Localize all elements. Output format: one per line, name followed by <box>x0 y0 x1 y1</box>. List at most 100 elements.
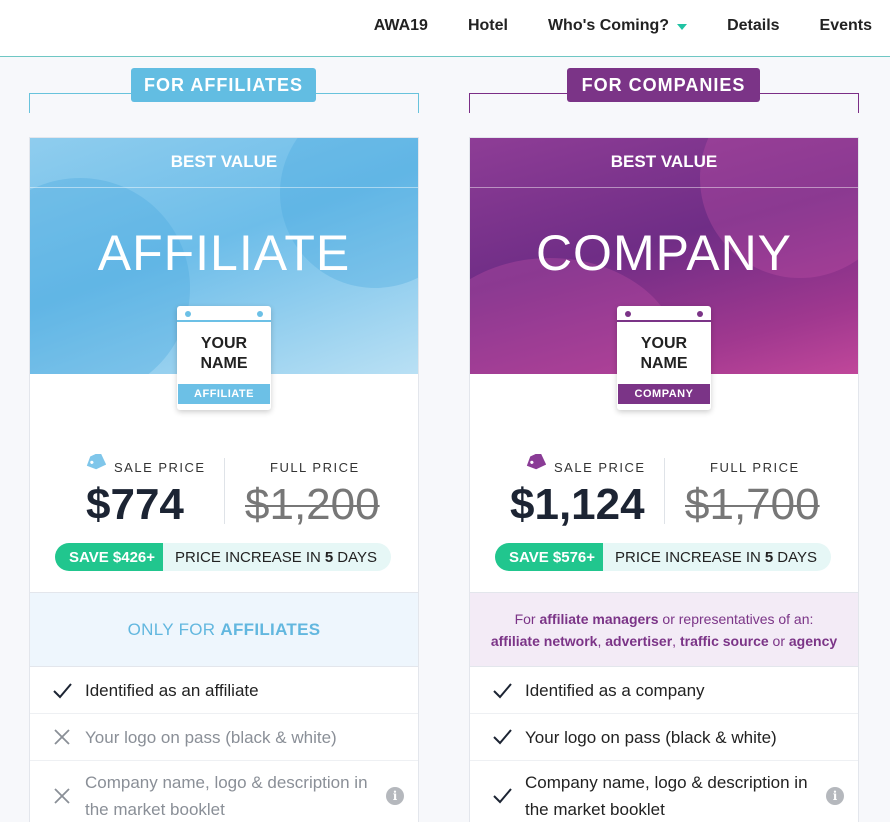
eligibility-line-1: For affiliate managers or representative… <box>491 608 837 630</box>
eligibility-target: AFFILIATES <box>220 619 321 639</box>
badge-name-line1: YOUR <box>640 335 688 352</box>
chevron-down-icon <box>677 24 688 30</box>
eligibility-highlight: agency <box>788 632 838 649</box>
badge-dot <box>697 311 703 317</box>
price-increase-prefix: PRICE INCREASE IN <box>175 548 321 566</box>
eligibility-text-part: For <box>514 610 540 627</box>
divider <box>30 187 418 188</box>
eligibility-highlight: affiliate network <box>490 632 598 649</box>
eligibility-text: ONLY FOR AFFILIATES <box>128 620 321 640</box>
nav-item-whos-coming-label: Who's Coming? <box>547 17 670 34</box>
feature-text: Your logo on pass (black & white) <box>525 727 777 747</box>
top-nav-bar: AWA19 Hotel Who's Coming? Details Events <box>0 0 890 57</box>
feature-text: Company name, logo & description in the … <box>85 772 368 819</box>
badge-type-tag: COMPANY <box>618 384 710 404</box>
eligibility-box: ONLY FOR AFFILIATES <box>30 592 418 667</box>
badge-name-line1: YOUR <box>200 335 248 352</box>
sale-price-label: SALE PRICE <box>554 460 646 475</box>
eligibility-highlight: advertiser <box>605 632 673 649</box>
sale-tag-icon <box>526 454 546 470</box>
feature-text: Your logo on pass (black & white) <box>85 727 337 747</box>
savings-badge: SAVE $576+ <box>495 543 604 571</box>
company-plan-card[interactable]: BEST VALUE COMPANY YOUR NAME COMPANY SAL… <box>469 137 859 822</box>
check-icon <box>493 787 512 803</box>
feature-item: Your logo on pass (black & white) <box>30 714 418 761</box>
sale-price-value: $774 <box>86 480 184 529</box>
price-increase-suffix: DAYS <box>337 548 377 566</box>
plan-title: AFFILIATE <box>97 225 351 281</box>
sale-price-label: SALE PRICE <box>114 460 206 475</box>
full-price-value: $1,200 <box>245 480 380 529</box>
price-increase-notice: PRICE INCREASE IN 5 DAYS <box>163 543 391 571</box>
price-increase-suffix: DAYS <box>777 548 817 566</box>
eligibility-text-part: , <box>672 632 680 649</box>
divider <box>470 187 858 188</box>
price-block: SALE PRICE $774 FULL PRICE $1,200 <box>30 454 418 530</box>
savings-badge: SAVE $426+ <box>55 543 164 571</box>
full-price-value: $1,700 <box>685 480 820 529</box>
full-price-label: FULL PRICE <box>710 460 800 475</box>
check-icon <box>493 682 512 698</box>
badge-name: YOUR NAME <box>617 334 711 374</box>
affiliate-header-tab: FOR AFFILIATES <box>131 68 316 102</box>
cross-icon <box>54 787 70 804</box>
nav-item-awa19[interactable]: AWA19 <box>374 17 428 35</box>
check-icon <box>53 682 72 698</box>
eligibility-text: For affiliate managers or representative… <box>491 608 837 652</box>
feature-list: Identified as a company Your logo on pas… <box>470 668 858 822</box>
eligibility-highlight: traffic source <box>679 632 769 649</box>
badge-top-bar <box>617 306 711 322</box>
nav-item-hotel[interactable]: Hotel <box>468 17 508 35</box>
eligibility-prefix: ONLY FOR <box>127 619 216 639</box>
divider <box>664 458 665 524</box>
nav-item-whos-coming[interactable]: Who's Coming? <box>547 17 688 35</box>
affiliate-plan-card[interactable]: BEST VALUE AFFILIATE YOUR NAME AFFILIATE… <box>29 137 419 822</box>
feature-item: Company name, logo & description in the … <box>470 761 858 822</box>
badge-name-line2: NAME <box>640 355 688 372</box>
company-header-tab: FOR COMPANIES <box>567 68 760 102</box>
eligibility-line-2: affiliate network, advertiser, traffic s… <box>491 630 837 652</box>
check-icon <box>493 729 512 745</box>
full-price-label: FULL PRICE <box>270 460 360 475</box>
nav-item-details[interactable]: Details <box>727 17 779 35</box>
nav-item-events[interactable]: Events <box>820 17 872 35</box>
plan-title: COMPANY <box>535 225 793 281</box>
badge-dot <box>185 311 191 317</box>
eligibility-text-part: or representatives of an: <box>658 610 814 627</box>
info-icon[interactable]: i <box>826 786 844 805</box>
savings-row: SAVE $426+ PRICE INCREASE IN 5 DAYS <box>55 543 391 571</box>
badge-dot <box>257 311 263 317</box>
feature-text: Company name, logo & description in the … <box>525 772 808 819</box>
sale-tag-icon <box>86 454 106 470</box>
badge-name-line2: NAME <box>200 355 248 372</box>
info-icon[interactable]: i <box>386 786 404 805</box>
badge-name: YOUR NAME <box>177 334 271 374</box>
badge-top-bar <box>177 306 271 322</box>
feature-list: Identified as an affiliate Your logo on … <box>30 668 418 822</box>
eligibility-box: For affiliate managers or representative… <box>470 592 858 667</box>
main-nav: AWA19 Hotel Who's Coming? Details Events <box>334 0 890 52</box>
price-increase-notice: PRICE INCREASE IN 5 DAYS <box>603 543 831 571</box>
best-value-label: BEST VALUE <box>170 152 278 171</box>
price-increase-days: 5 <box>324 548 334 566</box>
name-badge-illustration: YOUR NAME AFFILIATE <box>177 306 271 410</box>
price-block: SALE PRICE $1,124 FULL PRICE $1,700 <box>470 454 858 530</box>
best-value-label: BEST VALUE <box>610 152 718 171</box>
feature-text: Identified as a company <box>525 681 705 700</box>
cross-icon <box>54 729 70 745</box>
price-increase-prefix: PRICE INCREASE IN <box>615 548 761 566</box>
feature-item: Identified as a company <box>470 668 858 714</box>
badge-dot <box>625 311 631 317</box>
savings-row: SAVE $576+ PRICE INCREASE IN 5 DAYS <box>495 543 831 571</box>
feature-text: Identified as an affiliate <box>85 681 259 700</box>
badge-type-tag: AFFILIATE <box>178 384 270 404</box>
name-badge-illustration: YOUR NAME COMPANY <box>617 306 711 410</box>
eligibility-text-part: or <box>768 632 789 649</box>
sale-price-value: $1,124 <box>510 480 645 529</box>
feature-item: Company name, logo & description in the … <box>30 761 418 822</box>
price-increase-days: 5 <box>764 548 774 566</box>
divider <box>224 458 225 524</box>
feature-item: Identified as an affiliate <box>30 668 418 714</box>
eligibility-highlight: affiliate managers <box>539 610 659 627</box>
feature-item: Your logo on pass (black & white) <box>470 714 858 761</box>
